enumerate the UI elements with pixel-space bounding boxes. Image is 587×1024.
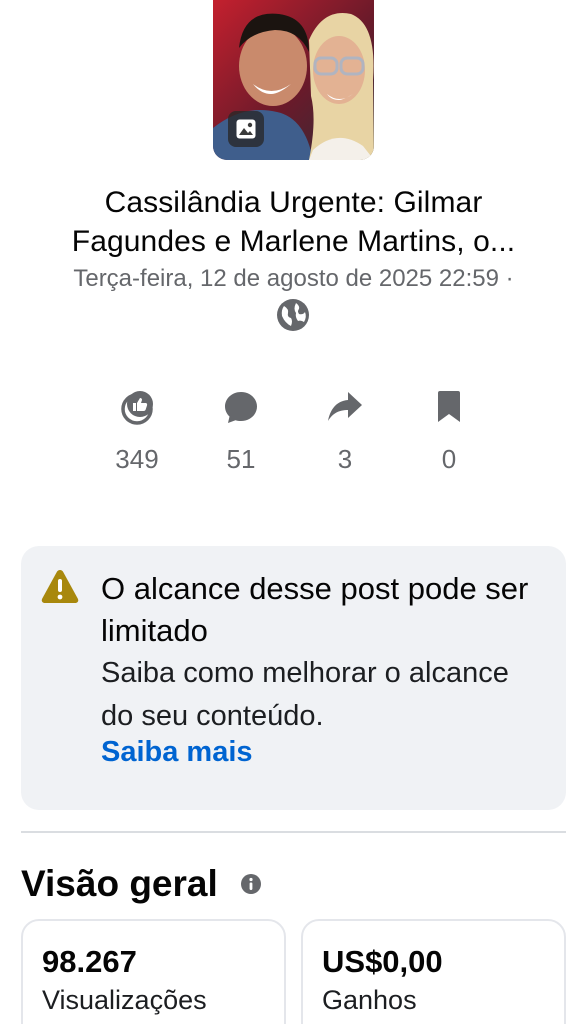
metric-card-earnings[interactable]: US$0,00 Ganhos [301,919,566,1024]
views-label: Visualizações [42,985,207,1015]
reactions-icon [92,384,182,430]
reactions-count: 349 [115,444,159,474]
warning-icon [40,567,80,607]
bookmark-icon [404,384,494,430]
stat-comments[interactable]: 51 [196,384,286,474]
divider [21,831,566,833]
globe-icon [275,297,311,333]
share-icon [300,384,390,430]
shares-count: 3 [337,444,353,474]
alert-title: O alcance desse post pode ser limitado [101,571,529,648]
learn-more-link[interactable]: Saiba mais [101,733,253,771]
metric-card-views[interactable]: 98.267 Visualizações [21,919,286,1024]
stat-reactions[interactable]: 349 [92,384,182,474]
views-value: 98.267 [42,944,137,979]
comment-icon [196,384,286,430]
post-date: Terça-feira, 12 de agosto de 2025 22:59 … [73,265,514,292]
image-icon [228,111,264,147]
earnings-value: US$0,00 [322,944,443,979]
comments-count: 51 [226,444,256,474]
saves-count: 0 [441,444,457,474]
alert-body: Saiba como melhorar o alcance do seu con… [101,657,509,732]
info-icon[interactable] [240,873,262,895]
post-title-line1: Cassilândia Urgente: Gilmar [104,186,483,219]
stat-shares[interactable]: 3 [300,384,390,474]
earnings-label: Ganhos [322,985,417,1015]
post-title-line2: Fagundes e Marlene Martins, o... [71,225,516,258]
overview-title: Visão geral [21,863,218,904]
stat-saves[interactable]: 0 [404,384,494,474]
post-title: Cassilândia Urgente: Gilmar Fagundes e M… [20,183,567,261]
